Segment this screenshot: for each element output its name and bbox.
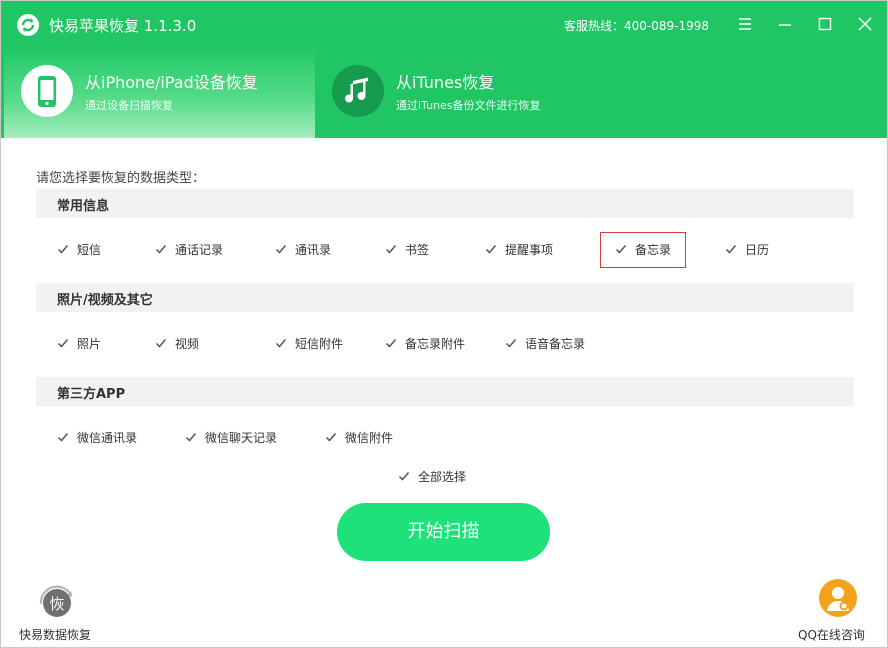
checkbox-label: 短信附件 [295,337,344,351]
minimize-icon [779,24,791,26]
tab-itunes-title: 从iTunes恢复 [396,73,495,92]
checkbox-label: 通话记录 [175,243,224,257]
checkmark-icon [398,472,410,481]
checkbox-label: 微信聊天记录 [205,431,278,445]
checkmark-icon [385,339,397,348]
checkmark-icon [385,245,397,254]
checkbox-label: 微信通讯录 [77,431,138,445]
close-button[interactable] [853,12,877,36]
checkmark-icon [57,339,69,348]
checkmark-icon [57,245,69,254]
tab-itunes-circle [332,65,384,117]
section-title: 照片/视频及其它 [57,293,153,308]
checkmark-icon [275,245,287,254]
checkmark-icon [185,433,197,442]
tab-itunes-recovery[interactable]: 从iTunes恢复 通过iTunes备份文件进行恢复 [315,49,887,138]
checkbox-label: 全部选择 [418,470,467,484]
tab-device-subtitle: 通过设备扫描恢复 [85,99,173,112]
tab-itunes-subtitle: 通过iTunes备份文件进行恢复 [396,99,541,112]
section-common-info: 常用信息 [36,189,854,218]
qq-online-consult-label: QQ在线咨询 [798,628,865,642]
maximize-button[interactable] [813,12,837,36]
app-window: 快易苹果恢复 1.1.3.0 客服热线：400-089-1998 从iPhone… [0,0,888,648]
start-scan-button[interactable]: 开始扫描 [337,503,550,561]
app-logo-icon [17,14,39,36]
tab-device-circle [21,65,73,117]
kuaiyi-data-recovery-label: 快易数据恢复 [19,628,92,642]
tab-device-title: 从iPhone/iPad设备恢复 [85,73,258,92]
section-title: 第三方APP [57,387,126,402]
checkbox-label: 备忘录 [635,243,672,257]
checkbox-label: 提醒事项 [505,243,554,257]
checkmark-icon [155,339,167,348]
menu-icon [739,18,751,30]
checkbox-label: 日历 [745,243,770,257]
checkmark-icon [57,433,69,442]
tab-device-recovery[interactable]: 从iPhone/iPad设备恢复 通过设备扫描恢复 [4,49,315,138]
header: 快易苹果恢复 1.1.3.0 客服热线：400-089-1998 从iPhone… [1,1,887,138]
checkbox-label: 备忘录附件 [405,337,466,351]
checkmark-icon [325,433,337,442]
menu-button[interactable] [733,12,757,36]
close-icon [858,17,872,31]
checkmark-icon [485,245,497,254]
checkbox-label: 微信附件 [345,431,394,445]
section-third-party-app: 第三方APP [36,377,854,406]
checkmark-icon [275,339,287,348]
checkbox-label: 视频 [175,337,200,351]
maximize-icon [818,17,832,31]
data-type-prompt: 请您选择要恢复的数据类型： [36,171,206,186]
checkbox-label: 照片 [77,337,102,351]
checkmark-icon [155,245,167,254]
hotline-text: 客服热线：400-089-1998 [564,19,710,33]
section-title: 常用信息 [57,199,110,214]
checkmark-icon [505,339,517,348]
checkmark-icon [725,245,737,254]
section-photos-videos: 照片/视频及其它 [36,283,854,312]
qq-online-consult-link[interactable]: QQ在线咨询 [798,578,878,642]
customer-service-icon [819,579,857,617]
app-title: 快易苹果恢复 1.1.3.0 [49,17,197,35]
title-bar: 快易苹果恢复 1.1.3.0 客服热线：400-089-1998 [1,1,887,49]
music-note-icon [345,77,368,103]
checkbox-label: 通讯录 [295,243,332,257]
minimize-button[interactable] [773,12,797,36]
checkbox-label: 短信 [77,243,102,257]
checkmark-icon [615,245,627,254]
checkbox-label: 语音备忘录 [525,337,586,351]
recovery-badge-icon: 恢 [39,585,73,617]
checkbox-label: 书签 [405,243,430,257]
kuaiyi-data-recovery-link[interactable]: 恢 快易数据恢复 [19,582,99,642]
recovery-badge-text: 恢 [49,595,64,613]
phone-icon [38,76,56,107]
